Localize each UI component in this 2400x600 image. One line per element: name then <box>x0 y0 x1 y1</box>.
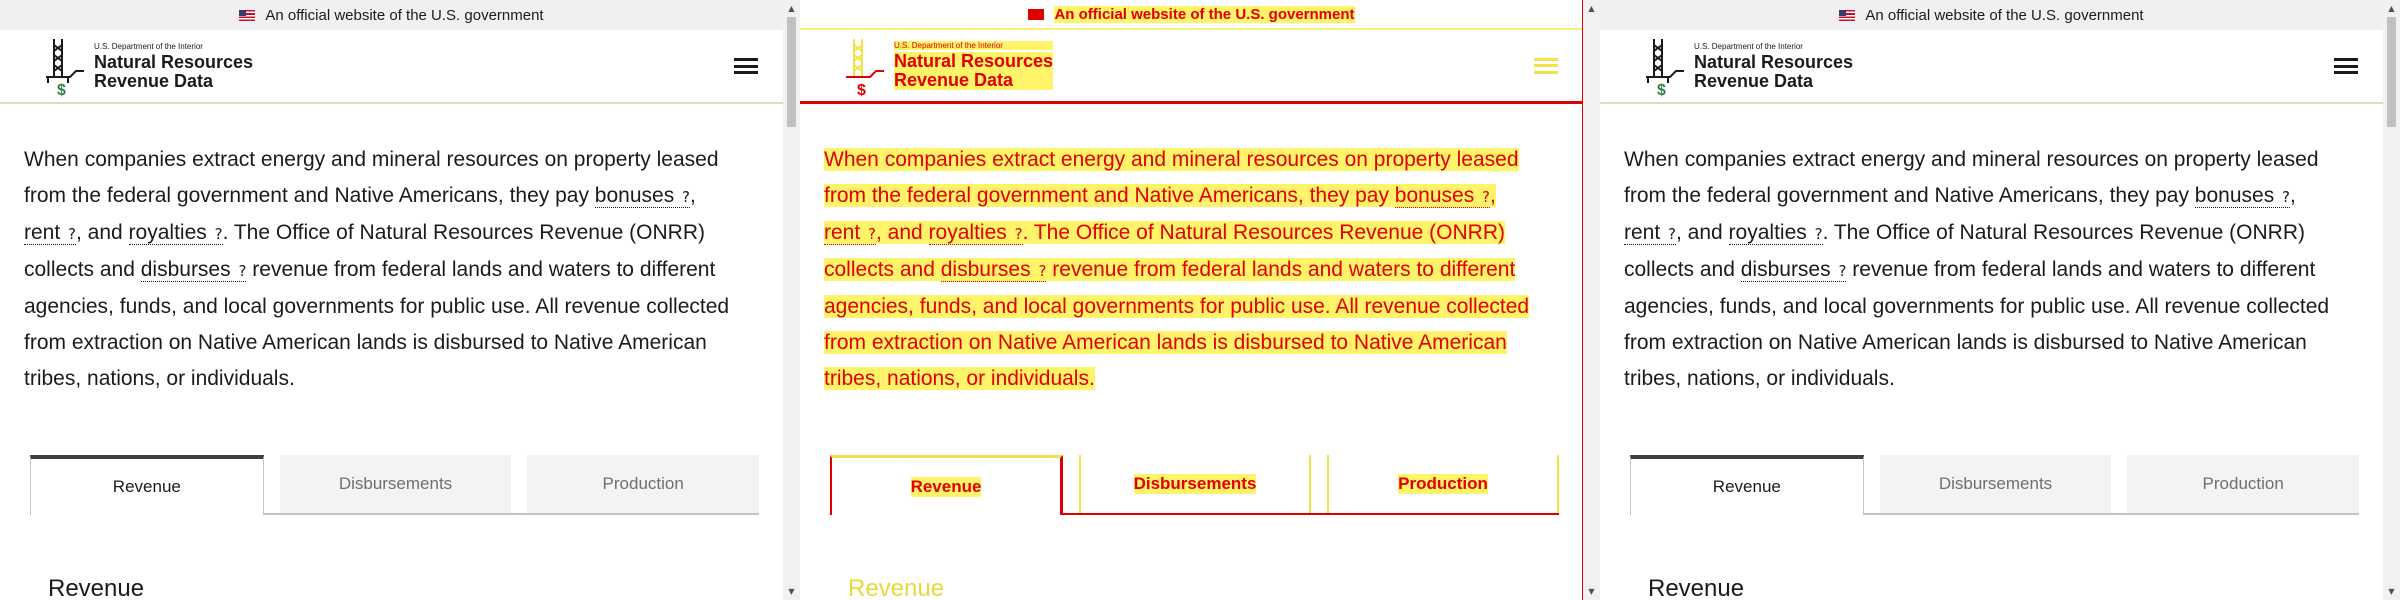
logo-department: U.S. Department of the Interior <box>1694 41 1803 51</box>
gov-banner: An official website of the U.S. governme… <box>0 0 783 30</box>
oil-rig-logo-icon: $ <box>1646 39 1684 97</box>
site-logo[interactable]: $ U.S. Department of the Interior Natura… <box>840 35 1054 97</box>
help-icon: ? <box>682 188 691 206</box>
logo-title-line1: Natural Resources <box>894 51 1054 71</box>
data-tabs: Revenue Disbursements Production <box>1630 455 2360 515</box>
tab-revenue[interactable]: Revenue <box>1630 455 1864 515</box>
scrollbar-thumb[interactable] <box>2387 17 2396 127</box>
scroll-down-arrow-icon[interactable]: ▼ <box>2383 583 2400 600</box>
scroll-down-arrow-icon[interactable]: ▼ <box>1583 583 1600 600</box>
page-pane-diff: An official website of the U.S. governme… <box>800 0 1583 600</box>
term-disburses[interactable]: disburses ? <box>1740 258 1847 282</box>
tab-revenue[interactable]: Revenue <box>30 455 264 515</box>
tab-production[interactable]: Production <box>2127 455 2360 513</box>
svg-text:$: $ <box>57 82 66 97</box>
gov-banner-text: An official website of the U.S. governme… <box>1865 6 2144 24</box>
svg-text:$: $ <box>857 82 866 97</box>
help-icon: ? <box>1668 225 1676 243</box>
term-bonuses[interactable]: bonuses ? <box>2194 184 2291 208</box>
scrollbar-thumb[interactable] <box>787 17 796 127</box>
tab-disbursements[interactable]: Disbursements <box>1879 455 2112 513</box>
tab-disbursements[interactable]: Disbursements <box>279 455 512 513</box>
help-icon: ? <box>1014 225 1023 243</box>
term-bonuses[interactable]: bonuses ? <box>594 184 691 208</box>
help-icon: ? <box>2282 188 2291 206</box>
logo-department: U.S. Department of the Interior <box>894 41 1054 50</box>
oil-rig-logo-icon: $ <box>46 39 84 97</box>
term-disburses[interactable]: disburses ? <box>940 258 1047 282</box>
tab-revenue[interactable]: Revenue <box>830 455 1063 515</box>
term-disburses[interactable]: disburses ? <box>140 258 247 282</box>
site-logo[interactable]: $ U.S. Department of the Interior Natura… <box>1640 35 1853 97</box>
logo-title-line2: Revenue Data <box>894 71 1054 90</box>
logo-title-line1: Natural Resources <box>1694 51 1854 72</box>
section-title: Revenue <box>1648 575 1745 600</box>
us-flag-icon <box>239 9 256 21</box>
scrollbar-left[interactable]: ▲ ▼ <box>783 0 800 600</box>
scroll-down-arrow-icon[interactable]: ▼ <box>783 583 800 600</box>
intro-paragraph: When companies extract energy and minera… <box>24 148 730 390</box>
page-pane-left: An official website of the U.S. governme… <box>0 0 783 600</box>
intro-paragraph: When companies extract energy and minera… <box>824 148 1530 390</box>
scrollbar-right[interactable]: ▲ ▼ <box>2383 0 2400 600</box>
site-logo[interactable]: $ U.S. Department of the Interior Natura… <box>40 35 253 97</box>
tab-production[interactable]: Production <box>527 455 760 513</box>
term-bonuses[interactable]: bonuses ? <box>1394 184 1491 208</box>
data-tabs: Revenue Disbursements Production <box>30 455 760 515</box>
gov-banner: An official website of the U.S. governme… <box>800 0 1583 30</box>
us-flag-icon <box>1839 9 1856 21</box>
tab-disbursements[interactable]: Disbursements <box>1079 455 1311 513</box>
term-royalties[interactable]: royalties ? <box>928 221 1023 245</box>
site-header: $ U.S. Department of the Interior Natura… <box>1600 30 2383 104</box>
logo-title-line2: Revenue Data <box>1694 70 1814 91</box>
page-pane-right: An official website of the U.S. governme… <box>1600 0 2383 600</box>
help-icon: ? <box>1482 188 1491 206</box>
term-royalties[interactable]: royalties ? <box>128 221 223 245</box>
logo-department: U.S. Department of the Interior <box>94 41 203 51</box>
term-rent[interactable]: rent ? <box>1624 221 1676 245</box>
hamburger-menu-icon[interactable] <box>2333 55 2359 77</box>
scroll-up-arrow-icon[interactable]: ▲ <box>783 0 800 17</box>
scroll-up-arrow-icon[interactable]: ▲ <box>2383 0 2400 17</box>
svg-text:$: $ <box>1657 82 1666 97</box>
gov-banner: An official website of the U.S. governme… <box>1600 0 2383 30</box>
help-icon: ? <box>214 225 223 243</box>
scrollbar-diff[interactable]: ▲ ▼ <box>1583 0 1600 600</box>
help-icon: ? <box>1814 225 1823 243</box>
gov-banner-text: An official website of the U.S. governme… <box>265 6 544 24</box>
intro-paragraph: When companies extract energy and minera… <box>1624 148 2330 390</box>
comparison-stage: An official website of the U.S. governme… <box>0 0 2400 600</box>
help-icon: ? <box>68 225 76 243</box>
site-header: $ U.S. Department of the Interior Natura… <box>800 30 1583 104</box>
us-flag-icon <box>1028 8 1045 20</box>
site-header: $ U.S. Department of the Interior Natura… <box>0 30 783 104</box>
hamburger-menu-icon[interactable] <box>1533 55 1559 77</box>
tab-production[interactable]: Production <box>1327 455 1559 513</box>
scroll-up-arrow-icon[interactable]: ▲ <box>1583 0 1600 17</box>
logo-title-line1: Natural Resources <box>94 51 254 72</box>
oil-rig-logo-icon: $ <box>846 38 884 97</box>
data-tabs: Revenue Disbursements Production <box>830 455 1559 515</box>
gov-banner-text: An official website of the U.S. governme… <box>1054 5 1355 23</box>
section-title: Revenue <box>48 575 145 600</box>
hamburger-menu-icon[interactable] <box>733 55 759 77</box>
term-royalties[interactable]: royalties ? <box>1728 221 1823 245</box>
term-rent[interactable]: rent ? <box>24 221 76 245</box>
help-icon: ? <box>868 225 876 243</box>
term-rent[interactable]: rent ? <box>824 221 876 245</box>
logo-title-line2: Revenue Data <box>94 70 214 91</box>
section-title: Revenue <box>848 575 945 600</box>
